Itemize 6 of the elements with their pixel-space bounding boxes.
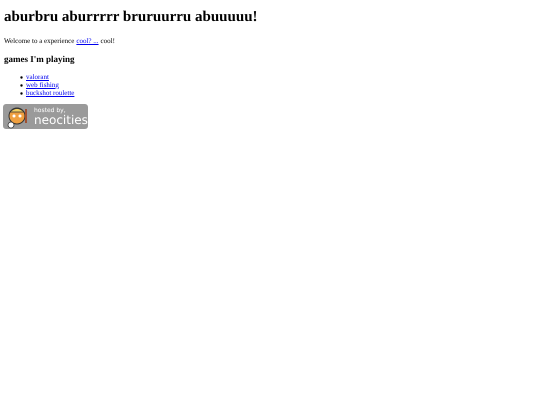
badge-brand-text: neocities	[34, 114, 88, 126]
bullet-icon	[20, 92, 23, 94]
page-heading: aburbru aburrrrr bruruurru abuuuuu!	[4, 8, 258, 26]
bullet-icon	[20, 84, 23, 86]
section-heading: games I'm playing	[4, 54, 75, 65]
bullet-icon	[20, 76, 23, 78]
